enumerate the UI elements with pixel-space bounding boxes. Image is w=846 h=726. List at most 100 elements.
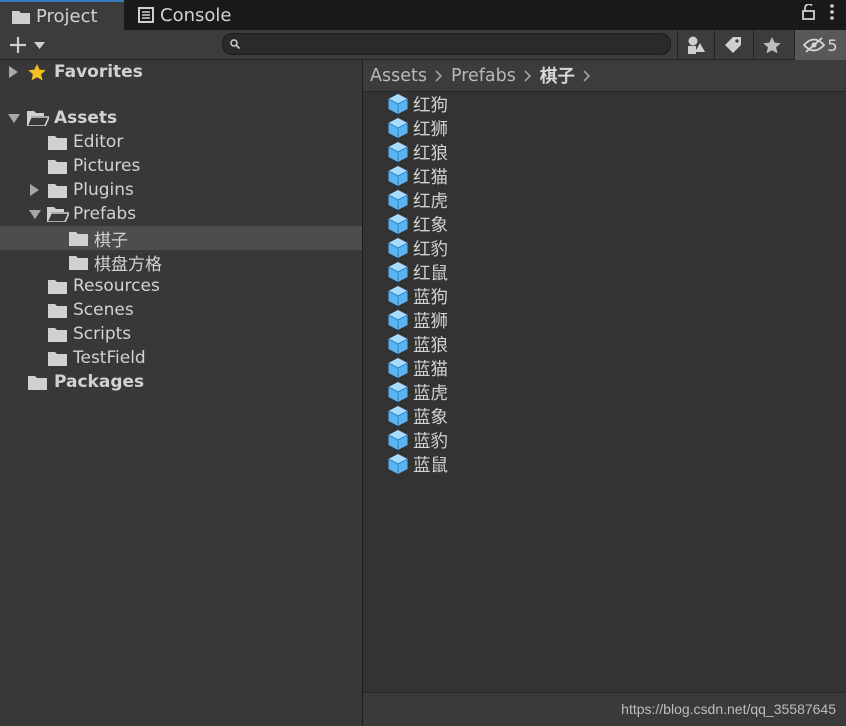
asset-list-item[interactable]: 红象	[387, 212, 448, 236]
tree-item-resources[interactable]: Resources	[0, 274, 362, 298]
asset-name: 蓝虎	[413, 383, 448, 404]
prefab-cube-icon	[388, 94, 408, 114]
folder-icon	[12, 10, 30, 24]
asset-list-item[interactable]: 红狮	[387, 116, 448, 140]
asset-list-item[interactable]: 蓝豹	[387, 428, 448, 452]
tree-item-label: 棋盘方格	[94, 254, 162, 275]
asset-list-item[interactable]: 蓝象	[387, 404, 448, 428]
console-icon	[138, 7, 154, 23]
tag-icon	[725, 37, 741, 53]
toggle-hidden-packages-button[interactable]: 5	[794, 30, 846, 60]
star-icon	[763, 36, 781, 53]
tab-label: Project	[36, 5, 98, 27]
asset-name: 红豹	[413, 239, 448, 260]
folder-icon	[48, 303, 67, 318]
asset-name: 蓝狼	[413, 335, 448, 356]
folder-icon	[48, 135, 67, 150]
breadcrumb-item[interactable]: Assets	[370, 66, 427, 86]
prefab-cube-icon	[388, 238, 408, 258]
tab-label: Console	[160, 4, 232, 26]
star-icon	[28, 63, 46, 80]
watermark-text: https://blog.csdn.net/qq_35587645	[621, 701, 836, 717]
folder-tree-panel[interactable]: Favorites Assets Editor Pictures Plugins…	[0, 60, 363, 726]
expand-arrow-icon[interactable]	[30, 184, 39, 196]
asset-name: 蓝象	[413, 407, 448, 428]
asset-list-item[interactable]: 蓝狼	[387, 332, 448, 356]
chevron-down-icon	[34, 41, 45, 49]
asset-list-item[interactable]: 蓝狗	[387, 284, 448, 308]
asset-list-item[interactable]: 红虎	[387, 188, 448, 212]
tree-item-label: Plugins	[73, 180, 134, 200]
prefab-cube-icon	[388, 358, 408, 378]
asset-list-item[interactable]: 蓝虎	[387, 380, 448, 404]
asset-list-item[interactable]: 蓝鼠	[387, 452, 448, 476]
tree-item-packages[interactable]: Packages	[0, 370, 362, 394]
search-by-label-button[interactable]	[714, 30, 751, 60]
chevron-right-icon[interactable]	[583, 69, 591, 82]
asset-list-item[interactable]: 红鼠	[387, 260, 448, 284]
tree-item-label: Packages	[54, 372, 145, 392]
lock-icon[interactable]	[802, 4, 816, 20]
tab-project[interactable]: Project	[0, 0, 124, 30]
folder-icon	[28, 375, 47, 390]
chevron-right-icon[interactable]	[524, 69, 532, 82]
search-input[interactable]	[222, 33, 671, 55]
tab-console[interactable]: Console	[126, 0, 256, 30]
prefab-cube-icon	[388, 334, 408, 354]
asset-list-item[interactable]: 红豹	[387, 236, 448, 260]
asset-name: 蓝狮	[413, 311, 448, 332]
asset-name: 红狼	[413, 143, 448, 164]
save-search-button[interactable]	[753, 30, 790, 60]
asset-name: 蓝鼠	[413, 455, 448, 476]
folder-icon	[48, 279, 67, 294]
prefab-cube-icon	[388, 454, 408, 474]
tree-item-assets[interactable]: Assets	[0, 106, 362, 130]
prefab-cube-icon	[388, 286, 408, 306]
collapse-arrow-icon[interactable]	[29, 209, 41, 219]
tree-item-editor[interactable]: Editor	[0, 130, 362, 154]
tree-item-qizi[interactable]: 棋子	[0, 226, 362, 251]
tree-item-label: Pictures	[73, 156, 141, 176]
tree-item-label: Editor	[73, 132, 124, 152]
tree-item-plugins[interactable]: Plugins	[0, 178, 362, 202]
folder-open-icon	[47, 207, 69, 222]
prefab-cube-icon	[388, 166, 408, 186]
chevron-right-icon[interactable]	[435, 69, 443, 82]
prefab-cube-icon	[388, 430, 408, 450]
folder-icon	[69, 255, 88, 270]
search-by-type-button[interactable]	[677, 30, 714, 60]
tree-item-label: 棋子	[94, 230, 128, 251]
create-asset-button[interactable]	[8, 33, 45, 57]
tree-item-scenes[interactable]: Scenes	[0, 298, 362, 322]
asset-browser-panel[interactable]: Assets Prefabs 棋子 红狗 红狮 红狼 红猫 红虎 红象 红豹 红…	[363, 60, 846, 726]
tree-item-scripts[interactable]: Scripts	[0, 322, 362, 346]
breadcrumb-item[interactable]: Prefabs	[451, 66, 516, 86]
asset-name: 红猫	[413, 167, 448, 188]
expand-arrow-icon[interactable]	[9, 66, 18, 78]
tree-item-favorites[interactable]: Favorites	[0, 60, 362, 84]
prefab-cube-icon	[388, 262, 408, 282]
collapse-arrow-icon[interactable]	[8, 113, 20, 123]
prefab-cube-icon	[388, 190, 408, 210]
asset-list-item[interactable]: 蓝狮	[387, 308, 448, 332]
window-tab-bar: Project Console	[0, 0, 846, 30]
tree-item-label: Scripts	[73, 324, 132, 344]
tree-item-pictures[interactable]: Pictures	[0, 154, 362, 178]
breadcrumb-item-current[interactable]: 棋子	[540, 63, 575, 88]
eye-hidden-icon	[803, 37, 826, 53]
tree-item-testfield[interactable]: TestField	[0, 346, 362, 370]
plus-icon	[10, 37, 26, 53]
prefab-cube-icon	[388, 214, 408, 234]
tree-item-label: Resources	[73, 276, 160, 296]
tree-item-prefabs[interactable]: Prefabs	[0, 202, 362, 226]
asset-list-item[interactable]: 蓝猫	[387, 356, 448, 380]
asset-list-item[interactable]: 红狗	[387, 92, 448, 116]
more-options-icon[interactable]	[830, 4, 834, 20]
tree-item-qipan-fangge[interactable]: 棋盘方格	[0, 250, 362, 275]
prefab-cube-icon	[388, 118, 408, 138]
asset-list-item[interactable]: 红猫	[387, 164, 448, 188]
asset-list-item[interactable]: 红狼	[387, 140, 448, 164]
asset-name: 红虎	[413, 191, 448, 212]
asset-name: 红狗	[413, 95, 448, 116]
tree-item-label: Scenes	[73, 300, 134, 320]
